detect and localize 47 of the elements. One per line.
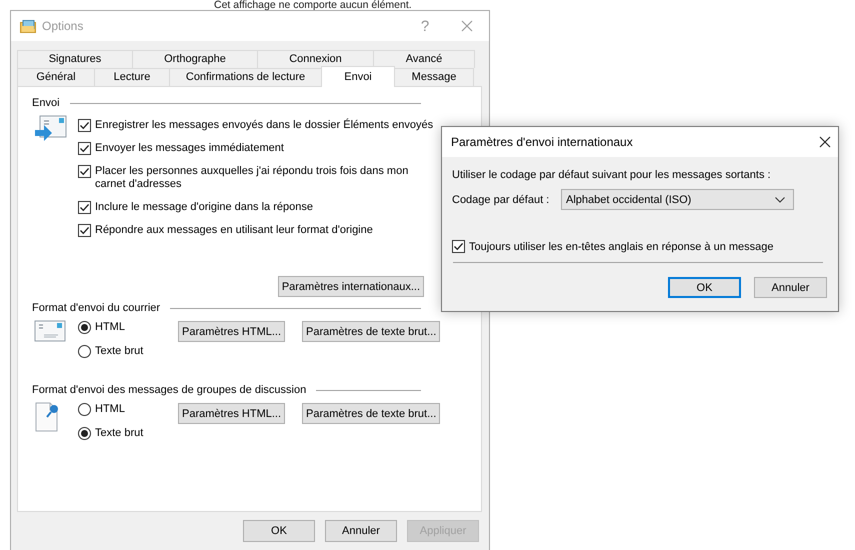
radio-button[interactable]	[78, 402, 91, 416]
group-title: Format d'envoi du courrier	[32, 302, 160, 314]
tab[interactable]: Envoi	[321, 66, 395, 87]
dialog-button[interactable]: Annuler	[325, 520, 397, 542]
tab[interactable]: Message	[394, 68, 474, 86]
checkbox-label: Placer les personnes auxquelles j'ai répondu trois fois dans mon carnet d'adresses	[95, 165, 410, 191]
checkbox[interactable]	[78, 142, 91, 155]
checkbox[interactable]	[78, 165, 91, 178]
dialog-button[interactable]: OK	[668, 277, 741, 298]
radio-button[interactable]	[78, 320, 91, 334]
settings-button[interactable]: Paramètres HTML...	[178, 403, 286, 424]
envelope-icon	[34, 320, 66, 342]
group-title: Format d'envoi des messages de groupes de discussion	[32, 384, 306, 396]
settings-button[interactable]: Paramètres de texte brut...	[302, 403, 440, 424]
checkbox-label: Toujours utiliser les en-têtes anglais en réponse à un message	[469, 240, 774, 252]
radio-label: Texte brut	[95, 344, 144, 358]
settings-button[interactable]: Paramètres HTML...	[178, 321, 286, 342]
tab[interactable]: Signatures	[17, 50, 133, 68]
encoding-dropdown[interactable]: Alphabet occidental (ISO)	[561, 189, 794, 210]
dialog-button[interactable]: OK	[243, 520, 315, 542]
dialog-button[interactable]: Annuler	[754, 277, 827, 298]
dialog-title: Paramètres d'envoi internationaux	[451, 135, 634, 149]
checkbox[interactable]	[78, 224, 91, 237]
checkbox-label: Répondre aux messages en utilisant leur format d'origine	[95, 224, 373, 237]
radio-button[interactable]	[78, 426, 91, 440]
radio-button[interactable]	[78, 344, 91, 358]
tab[interactable]: Avancé	[373, 50, 475, 68]
radio-label: Texte brut	[95, 426, 144, 440]
group-title: Envoi	[32, 97, 60, 109]
checkbox-label: Inclure le message d'origine dans la réponse	[95, 201, 313, 214]
tab[interactable]: Général	[17, 68, 95, 86]
checkbox-label: Enregistrer les messages envoyés dans le dossier Éléments envoyés	[95, 119, 434, 132]
chevron-down-icon	[775, 196, 785, 202]
encoding-label: Codage par défaut :	[452, 194, 550, 206]
checkbox[interactable]	[78, 201, 91, 214]
settings-button[interactable]: Paramètres de texte brut...	[302, 321, 440, 342]
app-icon	[20, 20, 36, 32]
radio-label: HTML	[95, 402, 125, 416]
close-icon[interactable]	[819, 136, 831, 148]
empty-view-message: Cet affichage ne comporte aucun élément.	[214, 0, 412, 10]
checkbox[interactable]	[78, 119, 91, 132]
checkbox[interactable]	[452, 240, 465, 253]
settings-button[interactable]: Paramètres internationaux...	[278, 276, 424, 297]
checkbox-label: Envoyer les messages immédiatement	[95, 142, 284, 155]
window-title: Options	[42, 19, 84, 33]
instruction-text: Utiliser le codage par défaut suivant pour les messages sortants :	[452, 169, 772, 181]
radio-label: HTML	[95, 320, 125, 334]
